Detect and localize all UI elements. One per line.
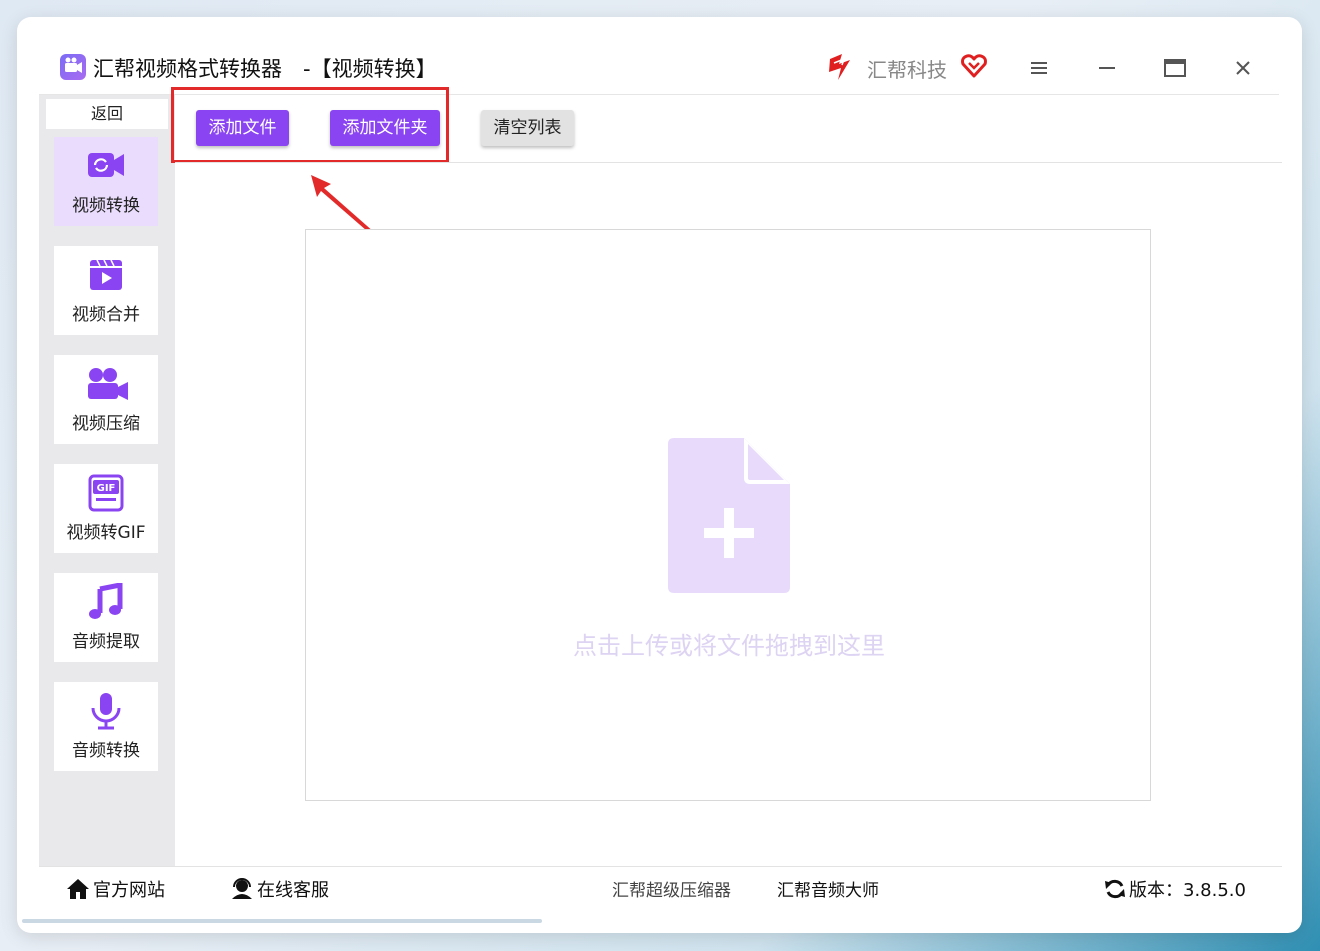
refresh-icon <box>1105 879 1125 899</box>
window-title: 汇帮视频格式转换器 -【视频转换】 <box>93 57 437 81</box>
menu-icon[interactable] <box>1024 53 1054 83</box>
version-label: 版本：3.8.5.0 <box>1129 880 1246 901</box>
clear-list-button[interactable]: 清空列表 <box>481 110 574 146</box>
title-bar: 汇帮视频格式转换器 -【视频转换】 汇帮科技 <box>17 17 1302 95</box>
close-icon[interactable] <box>1228 53 1258 83</box>
customer-service-icon <box>232 878 252 899</box>
online-support-label: 在线客服 <box>257 880 329 901</box>
sidebar-item-label: 音频提取 <box>72 632 140 652</box>
minimize-icon[interactable] <box>1092 53 1122 83</box>
sidebar-item-label: 音频转换 <box>72 741 140 761</box>
brand-logo-icon <box>824 51 856 83</box>
back-button[interactable]: 返回 <box>46 99 168 129</box>
sidebar-item-label: 视频转GIF <box>66 523 146 543</box>
official-website-label: 官方网站 <box>93 880 165 901</box>
svg-text:GIF: GIF <box>97 483 116 494</box>
official-website-link[interactable]: 官方网站 <box>66 876 165 902</box>
microphone-icon <box>86 692 126 730</box>
sidebar-item-label: 视频合并 <box>72 305 140 325</box>
sidebar-item-audio-extract[interactable]: 音频提取 <box>54 573 158 662</box>
music-note-icon <box>86 581 126 621</box>
sidebar-item-video-gif[interactable]: GIF 视频转GIF <box>54 464 158 553</box>
version-info[interactable]: 版本：3.8.5.0 <box>1104 876 1246 902</box>
video-convert-icon <box>86 147 126 185</box>
drop-hint-text: 点击上传或将文件拖拽到这里 <box>573 632 885 660</box>
sidebar-item-label: 视频转换 <box>72 196 140 216</box>
video-compress-icon <box>86 365 128 403</box>
sidebar-item-video-compress[interactable]: 视频压缩 <box>54 355 158 444</box>
online-support-link[interactable]: 在线客服 <box>230 876 329 902</box>
sidebar-item-label: 视频压缩 <box>72 414 140 434</box>
file-add-icon <box>668 438 790 593</box>
product-link-compressor[interactable]: 汇帮超级压缩器 <box>612 876 731 901</box>
sidebar-item-video-merge[interactable]: 视频合并 <box>54 246 158 335</box>
sidebar-item-video-convert[interactable]: 视频转换 <box>54 137 158 226</box>
product-link-audio[interactable]: 汇帮音频大师 <box>777 876 879 901</box>
taskbar-strip <box>22 919 542 923</box>
brand-name: 汇帮科技 <box>867 58 947 82</box>
maximize-icon[interactable] <box>1160 53 1190 83</box>
vip-heart-icon[interactable] <box>960 52 988 80</box>
home-icon <box>67 879 89 899</box>
gif-icon: GIF <box>86 474 126 512</box>
sidebar: 返回 视频转换 视频合并 视频压缩 GIF 视频转GIF 音频提取 音频转换 <box>39 95 175 867</box>
sidebar-item-audio-convert[interactable]: 音频转换 <box>54 682 158 771</box>
annotation-highlight-box <box>171 87 449 163</box>
video-merge-icon <box>86 256 126 294</box>
app-logo-icon <box>60 54 86 80</box>
footer-bar: 官方网站 在线客服 汇帮超级压缩器 汇帮音频大师 版本：3.8.5.0 <box>39 867 1282 913</box>
toolbar-divider <box>175 162 1282 163</box>
app-window: 汇帮视频格式转换器 -【视频转换】 汇帮科技 返回 视频转换 视频合并 视频压缩… <box>17 17 1302 933</box>
file-drop-zone[interactable]: 点击上传或将文件拖拽到这里 <box>305 229 1151 801</box>
